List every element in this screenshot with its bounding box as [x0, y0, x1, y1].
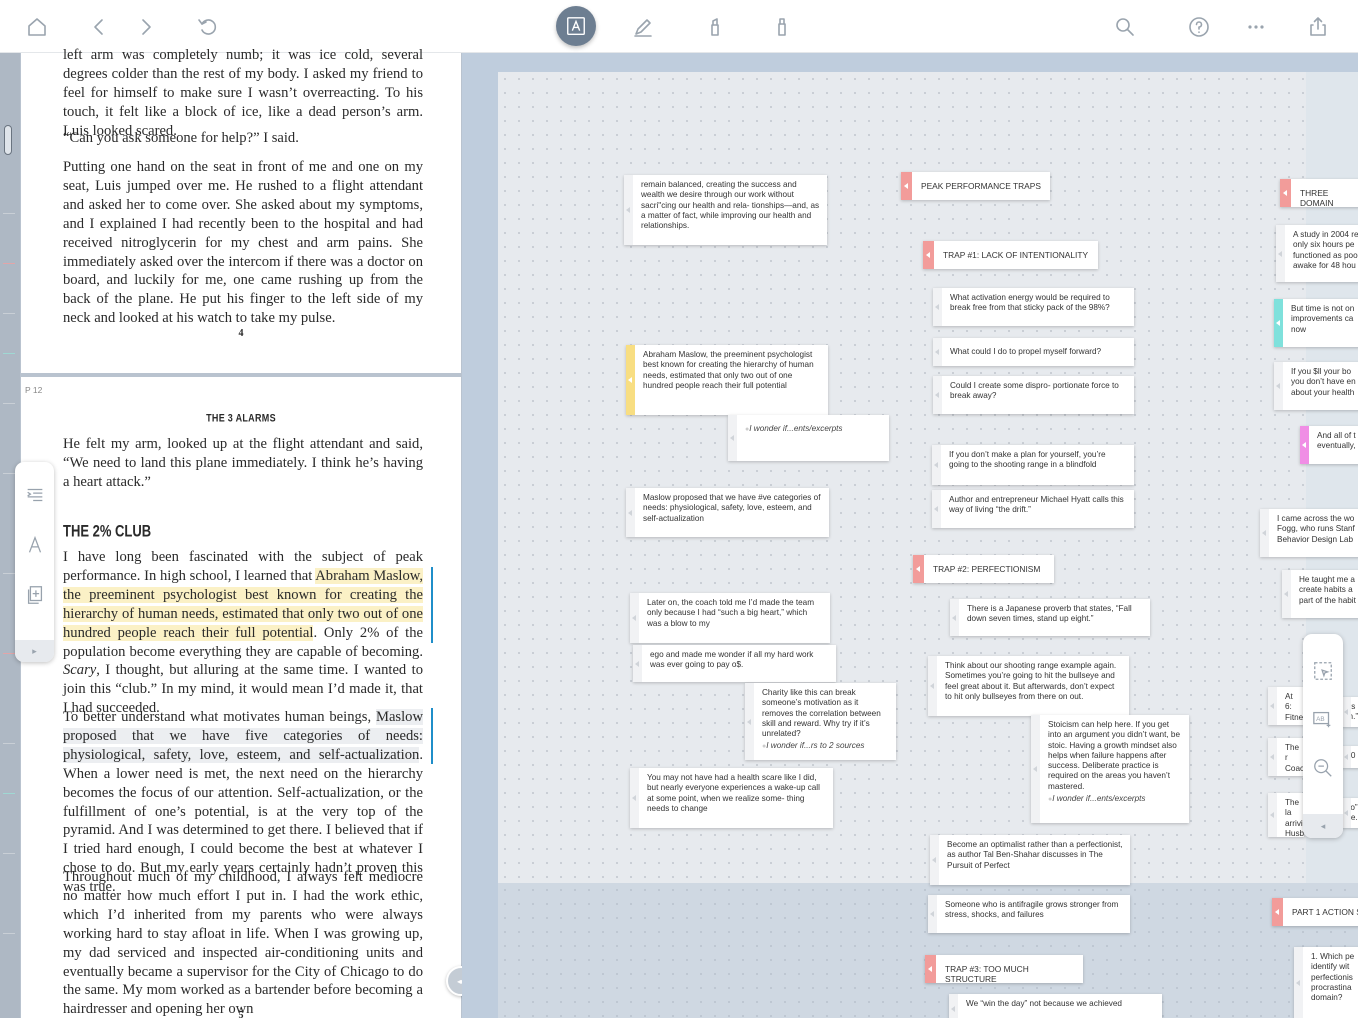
mindmap-note[interactable]: We “win the day” not because we achieved [949, 994, 1162, 1018]
mindmap-note[interactable]: 1. Which pe identify wit perfectionis pr… [1294, 947, 1358, 1018]
mindmap-note[interactable]: ego and made me wonder if all my hard wo… [633, 645, 836, 682]
mindmap-note[interactable]: If you $ll your bo you don’t have en abo… [1274, 362, 1358, 410]
mindmap-topic-header[interactable]: TRAP #1: LACK OF INTENTIONALITY [923, 241, 1098, 269]
mindmap-note[interactable]: The la arrivin Husba [1268, 793, 1304, 837]
text-style-icon[interactable] [22, 532, 48, 558]
paragraph: Putting one hand on the seat in front of… [63, 159, 423, 327]
mindmap-note[interactable]: Think about our shooting range example a… [928, 656, 1129, 716]
share-icon[interactable] [1303, 12, 1333, 42]
home-icon[interactable] [22, 12, 52, 42]
svg-text:AB: AB [1316, 716, 1325, 723]
running-head: THE 3 ALARMS [206, 411, 276, 424]
page-label: P 12 [25, 385, 43, 395]
mindmap-topic-header[interactable]: THREE DOMAIN [1280, 179, 1358, 207]
mindmap-topic-header[interactable]: PART 1 ACTION S [1272, 898, 1358, 926]
mindmap-note[interactable]: He taught me a create habits a part of t… [1282, 570, 1358, 618]
pen-icon[interactable] [628, 12, 658, 42]
list-collapse-icon[interactable] [22, 482, 48, 508]
add-text-box-icon[interactable]: AB [1310, 706, 1336, 732]
mindmap-note[interactable]: A study in 2004 re only six hours pe fun… [1276, 225, 1358, 282]
book-page-4: left arm was completely numb; it was ice… [21, 47, 461, 373]
undo-icon[interactable] [193, 12, 223, 42]
zoom-out-icon[interactable] [1310, 755, 1336, 781]
paragraph: I have long been fascinated with the sub… [63, 549, 424, 717]
chevron-right-icon[interactable] [131, 12, 161, 42]
mindmap-note[interactable]: Stoicism can help here. If you get into … [1031, 715, 1189, 823]
mindmap-note[interactable]: Later on, the coach told me I’d made the… [630, 593, 830, 643]
mindmap-note[interactable]: There is a Japanese proverb that states,… [950, 599, 1150, 636]
highlight-margin-marker[interactable] [431, 708, 433, 764]
mindmap-note[interactable]: And all of t eventually, [1300, 426, 1358, 464]
mindmap-canvas[interactable]: remain balanced, creating the success an… [462, 53, 1358, 1018]
reader-tool-palette: ▸ [15, 462, 54, 662]
mindmap-topic-header[interactable]: TRAP #2: PERFECTIONISM [913, 555, 1054, 583]
eraser-icon[interactable] [767, 12, 797, 42]
mindmap-note[interactable]: The r Coac [1268, 738, 1304, 776]
palette-expand-button[interactable]: ▸ [15, 640, 54, 662]
mindmap-tool-palette: AB ◂ [1303, 634, 1343, 838]
mindmap-note[interactable]: Become an optimalist rather than a perfe… [930, 835, 1130, 885]
mindmap-note[interactable]: s o” the. [1342, 798, 1358, 828]
mindmap-note-reference[interactable]: I wonder if...ents/excerpts [728, 415, 889, 461]
paragraph: left arm was completely numb; it was ice… [63, 47, 423, 139]
mindmap-note[interactable]: Charity like this can break someone’s mo… [745, 683, 896, 760]
mindmap-note[interactable]: What could I do to propel myself forward… [933, 338, 1134, 366]
paragraph: “Can you ask someone for help?” I said. [63, 130, 299, 146]
mindmap-topic-header[interactable]: TRAP #3: TOO MUCH STRUCTURE [925, 955, 1083, 983]
mindmap-topic-header[interactable]: PEAK PERFORMANCE TRAPS [901, 172, 1050, 200]
more-icon[interactable] [1241, 12, 1271, 42]
paragraph: Throughout much of my childhood, I alway… [63, 869, 423, 1018]
mindmap-note[interactable]: Maslow proposed that we have #ve categor… [626, 488, 829, 537]
mindmap-note[interactable]: Someone who is antifragile grows stronge… [928, 895, 1130, 933]
mindmap-note[interactable]: If you don’t make a plan for yourself, y… [932, 445, 1134, 485]
highlighter-icon[interactable] [700, 12, 730, 42]
add-page-icon[interactable] [22, 582, 48, 608]
book-page-5: P 12 THE 3 ALARMS He felt my arm, looked… [21, 377, 461, 1018]
chevron-left-icon[interactable] [84, 12, 114, 42]
mindmap-note[interactable]: $rs on.” [1342, 697, 1358, 727]
paragraph: He felt my arm, looked up at the flight … [63, 436, 423, 490]
page-number: 4 [238, 328, 244, 339]
page-number: 5 [238, 1010, 244, 1018]
mindmap-note[interactable]: Author and entrepreneur Michael Hyatt ca… [932, 490, 1134, 528]
mindmap-note[interactable]: Could I create some dispro- portionate f… [933, 376, 1134, 414]
search-icon[interactable] [1110, 12, 1140, 42]
mindmap-note[interactable]: You may not have had a health scare like… [630, 768, 833, 828]
mindmap-note[interactable]: Abraham Maslow, the preeminent psycholog… [626, 345, 828, 415]
mindmap-note[interactable]: I came across the wo Fogg, who runs Stan… [1260, 509, 1358, 557]
palette-collapse-button[interactable]: ◂ [1303, 814, 1343, 838]
scrubber-handle[interactable] [4, 125, 12, 155]
mindmap-note[interactable]: remain balanced, creating the success an… [624, 175, 827, 245]
text-tool-button[interactable] [556, 6, 596, 46]
mindmap-note[interactable]: At 6: Fitne [1268, 687, 1304, 725]
mindmap-note[interactable]: But time is not on improvements ca now [1274, 299, 1358, 347]
section-title: THE 2% CLUB [63, 521, 152, 540]
highlight-margin-marker[interactable] [431, 567, 433, 643]
help-icon[interactable] [1184, 12, 1214, 42]
lasso-select-icon[interactable] [1310, 658, 1336, 684]
mindmap-note[interactable]: 9:0 [1342, 746, 1358, 768]
mindmap-note[interactable]: What activation energy would be required… [933, 288, 1134, 326]
